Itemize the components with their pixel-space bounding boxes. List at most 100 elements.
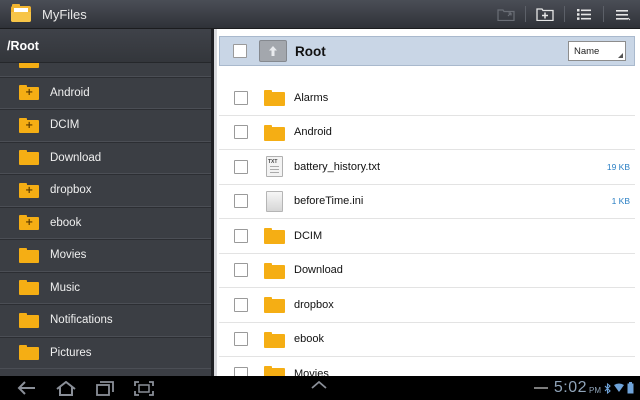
folder-tree-item[interactable]: + dropbox — [0, 174, 211, 207]
file-row[interactable]: Android — [219, 116, 635, 150]
folder-tree-label: Music — [50, 281, 81, 294]
folder-icon: + — [19, 85, 39, 101]
file-name: Alarms — [294, 91, 329, 104]
file-row-checkbox[interactable] — [234, 159, 248, 174]
folder-icon — [264, 225, 285, 246]
file-row[interactable]: TXT battery_history.txt 19 KB — [219, 150, 635, 185]
file-row-checkbox[interactable] — [234, 263, 248, 278]
folder-tree-label: DCIM — [50, 119, 80, 132]
folder-icon — [19, 280, 39, 296]
file-name: Movies — [294, 367, 329, 376]
back-arrow-icon — [17, 381, 35, 395]
file-list: Alarms Android TXT battery_history.txt 19 KB… — [219, 81, 635, 376]
folder-icon — [264, 260, 285, 281]
file-row[interactable]: Movies — [219, 357, 635, 376]
file-name: Android — [294, 126, 332, 139]
title-bar: MyFiles — [0, 0, 640, 29]
title-actions — [489, 0, 640, 29]
bluetooth-icon — [604, 382, 611, 394]
folder-icon — [264, 363, 285, 376]
back-button[interactable] — [7, 376, 46, 400]
folder-icon — [19, 150, 39, 166]
folder-icon: + — [19, 182, 39, 198]
myfiles-app-icon — [11, 4, 31, 22]
current-folder-title: Root — [295, 43, 326, 59]
folder-tree-label: Notifications — [50, 314, 113, 327]
folder-icon — [264, 294, 285, 315]
screenshot-button[interactable] — [124, 376, 163, 400]
folder-tree-label: Android — [50, 86, 90, 99]
file-name: Download — [294, 264, 343, 277]
file-name: ebook — [294, 333, 324, 346]
file-row[interactable]: Alarms — [219, 81, 635, 116]
folder-tree-item[interactable]: + DCIM — [0, 109, 211, 142]
file-name: beforeTime.ini — [294, 195, 364, 208]
file-size: 19 KB — [606, 161, 630, 172]
home-icon — [55, 380, 76, 396]
sort-dropdown[interactable]: Name — [568, 41, 626, 61]
file-row-checkbox[interactable] — [234, 228, 248, 243]
folder-icon: + — [19, 215, 39, 231]
folder-icon — [19, 345, 39, 361]
folder-icon — [264, 329, 285, 350]
file-row[interactable]: DCIM — [219, 219, 635, 254]
folder-icon: + — [19, 117, 39, 133]
select-all-checkbox[interactable] — [233, 44, 247, 58]
app-title: MyFiles — [42, 6, 87, 22]
file-row[interactable]: Download — [219, 254, 635, 288]
folder-tree-panel: Alarms+Android+DCIMDownload+dropbox+eboo… — [0, 29, 211, 376]
folder-tree-item[interactable]: Pictures — [0, 336, 211, 369]
folder-tree-label: Pictures — [50, 346, 92, 359]
file-row[interactable]: beforeTime.ini 1 KB — [219, 185, 635, 219]
file-row-checkbox[interactable] — [234, 125, 248, 140]
file-name: dropbox — [294, 298, 334, 311]
file-row[interactable]: ebook — [219, 323, 635, 357]
wifi-icon — [614, 383, 624, 393]
file-name: DCIM — [294, 229, 323, 242]
folder-tree-item[interactable]: + Android — [0, 76, 211, 109]
folder-tree-item[interactable]: Movies — [0, 239, 211, 272]
clock-ampm: PM — [589, 386, 601, 395]
new-folder-button[interactable] — [528, 0, 562, 29]
folder-icon — [19, 312, 39, 328]
folder-tree-label: Movies — [50, 249, 87, 262]
file-row[interactable]: dropbox — [219, 288, 635, 323]
battery-icon — [627, 382, 634, 394]
folder-tree-item[interactable]: Notifications — [0, 304, 211, 337]
system-nav — [7, 376, 163, 400]
screenshot-icon — [133, 380, 154, 396]
file-row-checkbox[interactable] — [234, 297, 248, 312]
overflow-menu-button[interactable] — [606, 0, 640, 29]
folder-tree-item[interactable]: + ebook — [0, 206, 211, 239]
move-to-folder-button[interactable] — [489, 0, 523, 29]
folder-icon — [264, 87, 285, 108]
folder-icon — [264, 122, 285, 143]
folder-tree-list: Alarms+Android+DCIMDownload+dropbox+eboo… — [0, 44, 211, 369]
file-row-checkbox[interactable] — [234, 366, 248, 376]
status-area[interactable]: 5:02 PM — [533, 376, 634, 400]
folder-tree-item[interactable]: Music — [0, 271, 211, 304]
file-row-checkbox[interactable] — [234, 332, 248, 347]
file-size: 1 KB — [611, 196, 630, 207]
current-folder-header: Root Name — [219, 36, 635, 66]
folder-move-icon — [497, 9, 515, 21]
view-mode-button[interactable] — [567, 0, 601, 29]
file-name: battery_history.txt — [294, 160, 380, 173]
quick-panel-caret-icon[interactable] — [311, 380, 327, 390]
folder-tree-label: Download — [50, 151, 102, 164]
current-path: /Root — [0, 29, 211, 63]
menu-icon — [616, 9, 631, 20]
file-row-checkbox[interactable] — [234, 90, 248, 105]
folder-tree-label: dropbox — [50, 184, 92, 197]
sort-dropdown-value: Name — [574, 45, 600, 57]
recent-apps-button[interactable] — [85, 376, 124, 400]
file-list-panel: Root Name Alarms Android TXT battery_histor… — [214, 29, 640, 376]
notification-dash-icon — [533, 387, 548, 389]
dropdown-caret-icon — [618, 53, 623, 58]
folder-tree-item[interactable]: Download — [0, 141, 211, 174]
home-button[interactable] — [46, 376, 85, 400]
new-folder-icon — [536, 8, 554, 21]
folder-tree-label: ebook — [50, 216, 82, 229]
file-row-checkbox[interactable] — [234, 194, 248, 209]
parent-folder-button[interactable] — [259, 40, 287, 62]
